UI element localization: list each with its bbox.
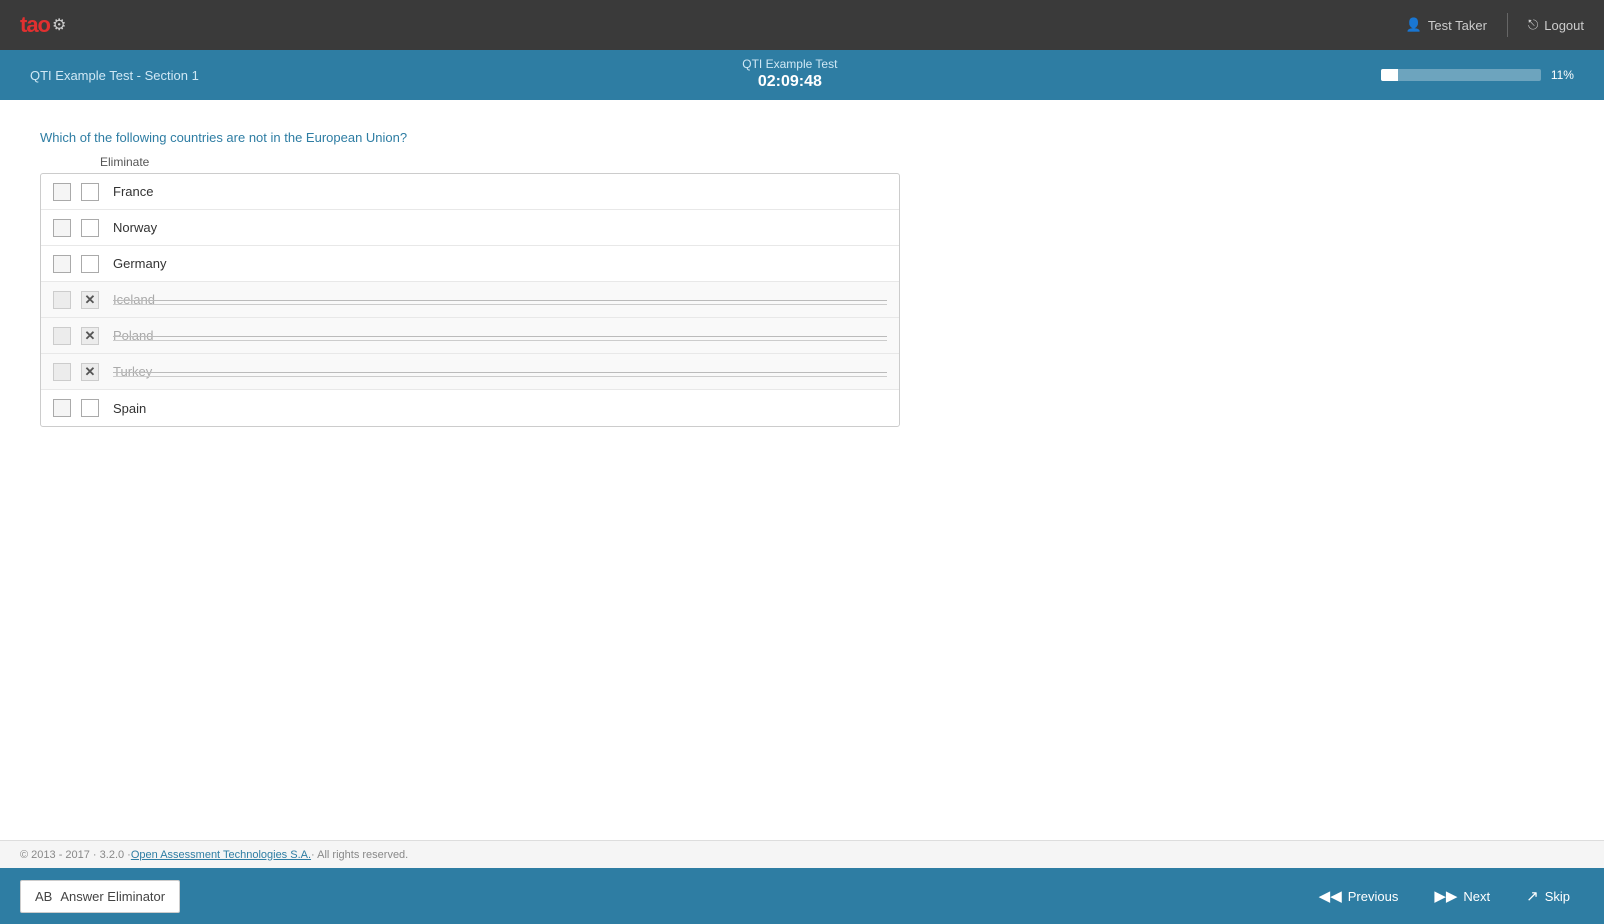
answer-select-checkbox[interactable] [53, 255, 71, 273]
column-label: Eliminate [100, 155, 1564, 169]
next-icon: ▶▶ [1434, 887, 1457, 905]
logout-icon: ⎋ [1528, 17, 1538, 33]
logo-text: tao [20, 12, 50, 38]
next-button[interactable]: ▶▶ Next [1420, 879, 1504, 913]
answer-eliminate-checkbox[interactable] [81, 219, 99, 237]
eliminator-label: Answer Eliminator [60, 889, 165, 904]
answer-select-checkbox[interactable] [53, 219, 71, 237]
user-menu[interactable]: 👤 Test Taker [1406, 17, 1487, 33]
section-label: QTI Example Test - Section 1 [30, 68, 199, 83]
main-content: Which of the following countries are not… [0, 100, 1604, 780]
answer-row: Norway [41, 210, 899, 246]
logout-label: Logout [1544, 18, 1584, 33]
answer-row: ✕ Iceland [41, 282, 899, 318]
footer: © 2013 - 2017 · 3.2.0 · Open Assessment … [0, 840, 1604, 868]
logo-icon: ⚙ [52, 15, 66, 35]
answer-eliminate-checkbox[interactable]: ✕ [81, 363, 99, 381]
top-navigation: tao ⚙ 👤 Test Taker ⎋ Logout [0, 0, 1604, 50]
nav-right: 👤 Test Taker ⎋ Logout [1406, 13, 1584, 37]
answer-eliminate-checkbox[interactable] [81, 183, 99, 201]
answer-eliminate-checkbox[interactable]: ✕ [81, 291, 99, 309]
sub-header: QTI Example Test - Section 1 QTI Example… [0, 50, 1604, 100]
progress-bar-fill [1381, 69, 1399, 81]
eliminator-icon: AB [35, 889, 52, 904]
answer-select-checkbox[interactable] [53, 183, 71, 201]
footer-copyright: © 2013 - 2017 · 3.2.0 · [20, 849, 131, 861]
user-icon: 👤 [1406, 17, 1422, 33]
answer-row: Spain [41, 390, 899, 426]
answer-label: Spain [113, 401, 887, 416]
answer-eliminate-checkbox[interactable] [81, 255, 99, 273]
answer-select-checkbox [53, 327, 71, 345]
answer-eliminate-checkbox[interactable] [81, 399, 99, 417]
progress-bar [1381, 69, 1541, 81]
bottom-right: ◀◀ Previous ▶▶ Next ↗ Skip [1305, 879, 1584, 913]
answer-row: Germany [41, 246, 899, 282]
answer-row: ✕ Poland [41, 318, 899, 354]
answer-select-checkbox [53, 363, 71, 381]
skip-icon: ↗ [1526, 887, 1539, 905]
progress-percent: 11% [1551, 68, 1574, 82]
skip-button[interactable]: ↗ Skip [1512, 879, 1584, 913]
next-label: Next [1463, 889, 1490, 904]
answer-label: France [113, 184, 887, 199]
answer-eliminate-checkbox[interactable]: ✕ [81, 327, 99, 345]
timer-display: 02:09:48 [742, 72, 837, 93]
bottom-toolbar: AB Answer Eliminator ◀◀ Previous ▶▶ Next… [0, 868, 1604, 924]
answer-select-checkbox [53, 291, 71, 309]
footer-rights: · All rights reserved. [311, 849, 408, 861]
answer-row: France [41, 174, 899, 210]
answer-label-eliminated: Poland [113, 328, 887, 343]
timer-area: QTI Example Test 02:09:48 [742, 57, 837, 93]
answer-select-checkbox[interactable] [53, 399, 71, 417]
test-name: QTI Example Test [742, 57, 837, 73]
logo-area: tao ⚙ [20, 12, 66, 38]
bottom-left: AB Answer Eliminator [20, 880, 180, 913]
footer-link[interactable]: Open Assessment Technologies S.A. [131, 849, 311, 861]
previous-label: Previous [1348, 889, 1399, 904]
answer-label: Norway [113, 220, 887, 235]
answer-label-eliminated: Iceland [113, 292, 887, 307]
progress-area: 11% [1381, 68, 1574, 82]
answer-label: Germany [113, 256, 887, 271]
answer-eliminator-button[interactable]: AB Answer Eliminator [20, 880, 180, 913]
user-label: Test Taker [1428, 18, 1487, 33]
logout-button[interactable]: ⎋ Logout [1528, 17, 1584, 33]
question-text: Which of the following countries are not… [40, 130, 1564, 145]
answer-row: ✕ Turkey [41, 354, 899, 390]
previous-icon: ◀◀ [1319, 887, 1342, 905]
nav-divider [1507, 13, 1508, 37]
answer-label-eliminated: Turkey [113, 364, 887, 379]
skip-label: Skip [1545, 889, 1570, 904]
answer-table: France Norway Germany ✕ Iceland ✕ Poland ✕ Turke… [40, 173, 900, 427]
previous-button[interactable]: ◀◀ Previous [1305, 879, 1413, 913]
